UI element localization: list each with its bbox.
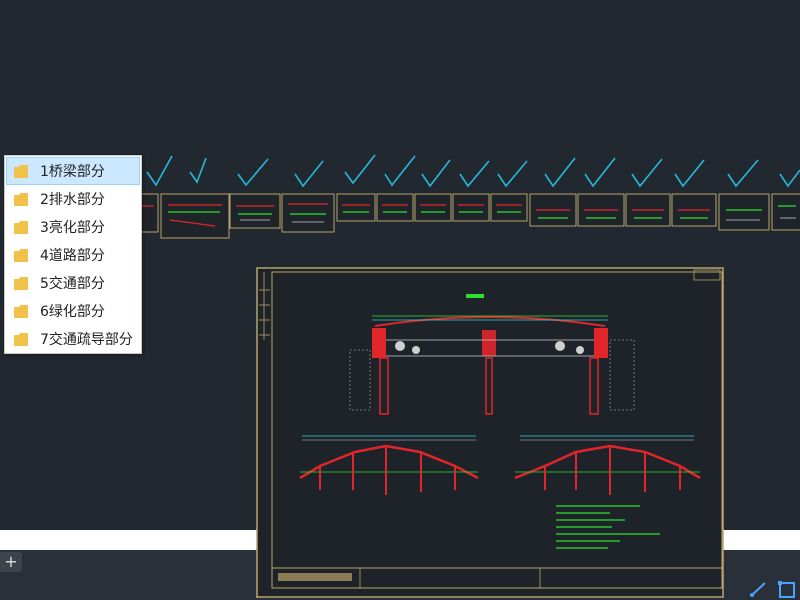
plus-icon: + (4, 552, 18, 571)
drawing-sheet (452, 193, 490, 222)
layout-area-band (0, 530, 800, 550)
menu-item-lighting[interactable]: 3亮化部分 (7, 214, 139, 240)
bridge-drawing-sheet[interactable] (256, 267, 724, 530)
drawing-sheet (281, 193, 335, 233)
folder-icon (14, 164, 28, 178)
drawing-sheet (336, 193, 376, 222)
add-layout-button[interactable]: + (0, 552, 22, 572)
drawing-sheet (376, 193, 414, 222)
measure-icon[interactable] (746, 578, 772, 600)
drawing-sheet (414, 193, 452, 222)
menu-item-label: 1桥梁部分 (40, 164, 105, 180)
drawing-sheet (490, 193, 528, 222)
menu-item-label: 5交通部分 (40, 276, 105, 292)
folder-icon (14, 192, 28, 206)
drawing-sheet (718, 193, 770, 231)
drawing-sheet (160, 193, 230, 239)
menu-item-label: 2排水部分 (40, 192, 105, 208)
folder-icon (14, 276, 28, 290)
drawing-sheet (771, 193, 800, 231)
status-bar-tools (744, 578, 800, 600)
menu-item-greening[interactable]: 6绿化部分 (7, 298, 139, 324)
selection-icon[interactable] (774, 578, 800, 600)
menu-item-label: 4道路部分 (40, 248, 105, 264)
menu-item-label: 3亮化部分 (40, 220, 105, 236)
folder-context-menu: 1桥梁部分 2排水部分 3亮化部分 4道路部分 5交通部分 6绿化部分 7交通疏… (4, 155, 142, 354)
folder-icon (14, 220, 28, 234)
layout-tab-bar (0, 550, 800, 600)
menu-item-traffic[interactable]: 5交通部分 (7, 270, 139, 296)
menu-item-label: 6绿化部分 (40, 304, 105, 320)
folder-icon (14, 332, 28, 346)
menu-item-road[interactable]: 4道路部分 (7, 242, 139, 268)
menu-item-drainage[interactable]: 2排水部分 (7, 186, 139, 212)
menu-item-traffic-diversion[interactable]: 7交通疏导部分 (7, 326, 139, 352)
folder-icon (14, 248, 28, 262)
menu-item-bridge[interactable]: 1桥梁部分 (6, 157, 140, 185)
menu-item-label: 7交通疏导部分 (40, 332, 133, 348)
drawing-sheet (229, 193, 281, 229)
folder-icon (14, 304, 28, 318)
